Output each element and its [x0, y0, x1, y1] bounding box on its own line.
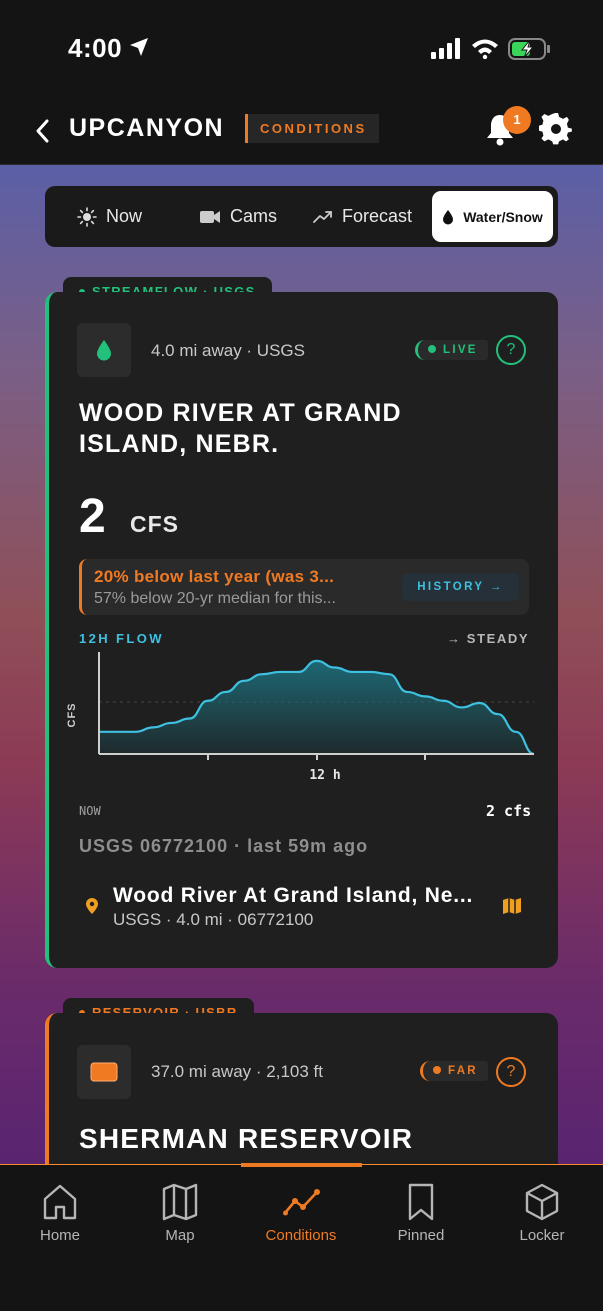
- live-status-pill: LIVE: [415, 340, 488, 360]
- tab-cams-label: Cams: [230, 206, 278, 226]
- nav-conditions[interactable]: Conditions: [241, 1165, 361, 1265]
- alert-primary: 20% below last year (was 3...: [94, 567, 335, 586]
- drop-icon: [443, 209, 454, 224]
- live-dot: [428, 344, 436, 353]
- nav-locker[interactable]: Locker: [482, 1165, 602, 1265]
- alert-secondary: 57% below 20-yr median for this...: [94, 590, 336, 607]
- water-drop-icon: [97, 340, 111, 361]
- card-distance: 37.0 mi away · 2,103 ft: [151, 1062, 323, 1081]
- card-distance: 4.0 mi away · USGS: [151, 341, 305, 360]
- conditions-icon: [283, 1189, 320, 1216]
- far-label: FAR: [448, 1065, 478, 1077]
- flow-chart-label: 12H FLOW: [79, 631, 164, 646]
- flow-unit: CFS: [130, 511, 179, 537]
- status-bar: 4:00: [0, 0, 603, 100]
- comparison-alert: 20% below last year (was 3... 57% below …: [79, 559, 529, 615]
- location-sub: USGS · 4.0 mi · 06772100: [113, 910, 314, 929]
- battery-charging-icon: [508, 38, 550, 60]
- notification-count-badge: 1: [503, 106, 531, 134]
- map-icon[interactable]: [502, 897, 522, 915]
- cellular-signal-icon: [431, 38, 460, 59]
- history-button[interactable]: HISTORY →: [402, 573, 519, 601]
- chart-current-label: 2 cfs: [486, 802, 532, 820]
- settings-gear-icon[interactable]: [539, 112, 573, 146]
- help-button[interactable]: ?: [496, 335, 526, 365]
- bookmark-icon: [408, 1183, 434, 1221]
- nav-locker-label: Locker: [519, 1227, 565, 1244]
- card-icon-box: [77, 323, 131, 377]
- reservoir-icon: [90, 1062, 118, 1082]
- chart-now-label: NOW: [79, 804, 101, 818]
- nav-map-label: Map: [165, 1227, 195, 1244]
- card-icon-box: [77, 1045, 131, 1099]
- tab-water-snow[interactable]: Water/Snow: [432, 191, 553, 242]
- site-name-line1: WOOD RIVER AT GRAND: [79, 399, 402, 427]
- far-dot: [433, 1065, 441, 1074]
- bottom-navigation: Home Map Conditions Pinned Locker: [0, 1163, 603, 1311]
- gauge-info: USGS 06772100 · last 59m ago: [79, 836, 369, 856]
- tab-now[interactable]: Now: [77, 191, 187, 242]
- location-name[interactable]: Wood River At Grand Island, Ne...: [113, 884, 473, 908]
- nav-conditions-label: Conditions: [265, 1227, 337, 1244]
- nav-home[interactable]: Home: [0, 1165, 120, 1265]
- live-label: LIVE: [443, 344, 478, 356]
- conditions-tabs: Now Cams Forecast Water/Snow: [45, 186, 558, 247]
- wifi-icon: [472, 39, 498, 59]
- tab-now-label: Now: [106, 206, 143, 226]
- tab-water-snow-label: Water/Snow: [463, 208, 543, 225]
- nav-home-label: Home: [39, 1227, 80, 1244]
- sun-icon: [77, 206, 97, 227]
- map-icon: [162, 1183, 198, 1221]
- site-name: WOOD RIVER AT GRAND ISLAND, NEBR.: [79, 398, 402, 460]
- app-title: UPCANYON: [69, 114, 225, 142]
- tab-cams[interactable]: Cams: [199, 191, 309, 242]
- flow-chart: CFS 12 h: [66, 652, 535, 783]
- back-chevron-icon[interactable]: [33, 117, 53, 145]
- section-badge: CONDITIONS: [245, 114, 379, 143]
- help-button[interactable]: ?: [496, 1057, 526, 1087]
- tab-forecast-label: Forecast: [342, 206, 413, 226]
- clock: 4:00: [68, 33, 123, 63]
- site-name-line2: ISLAND, NEBR.: [79, 430, 280, 458]
- nav-pinned-label: Pinned: [397, 1227, 445, 1244]
- far-status-pill: FAR: [420, 1061, 488, 1081]
- nav-pinned[interactable]: Pinned: [361, 1165, 481, 1265]
- location-arrow-icon: [130, 38, 148, 56]
- camera-icon: [200, 210, 220, 223]
- flow-value: 2: [79, 490, 106, 543]
- nav-map[interactable]: Map: [120, 1165, 240, 1265]
- trend-label: → STEADY: [447, 631, 530, 646]
- trend-icon: [313, 210, 332, 223]
- flow-area: [99, 660, 534, 754]
- chart-y-axis-label: CFS: [66, 703, 78, 728]
- box-icon: [525, 1183, 559, 1221]
- tab-forecast[interactable]: Forecast: [313, 191, 443, 242]
- app-header: UPCANYON CONDITIONS 1: [0, 100, 603, 165]
- streamflow-card[interactable]: 4.0 mi away · USGS LIVE ? WOOD RIVER AT …: [45, 292, 558, 968]
- location-pin-icon: [86, 898, 98, 914]
- home-icon: [43, 1184, 77, 1220]
- site-name: SHERMAN RESERVOIR: [79, 1123, 414, 1154]
- chart-x-tick-label: 12 h: [309, 768, 340, 783]
